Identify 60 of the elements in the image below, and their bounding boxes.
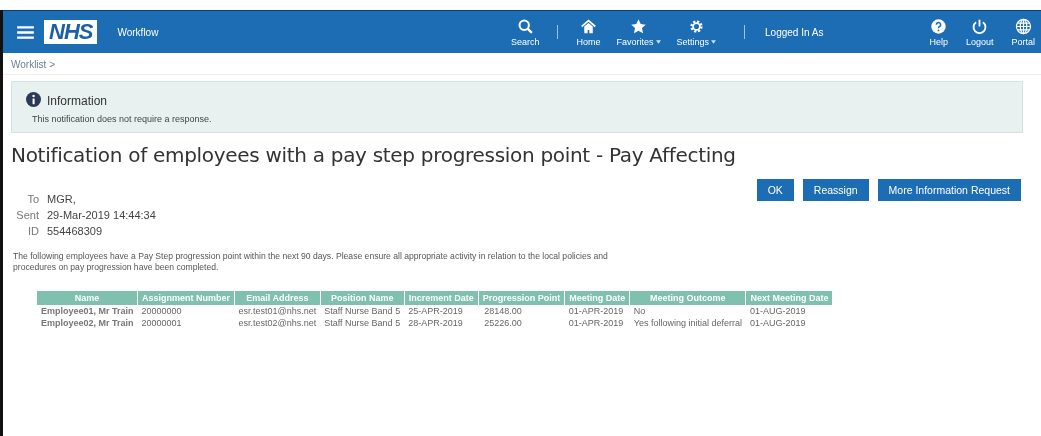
nav-button[interactable]: Search: [504, 17, 546, 47]
table-cell-text: 01-APR-2019: [567, 317, 625, 330]
table-cell-text: 25226.00: [483, 317, 523, 330]
table-cell: esr.test01@nhs.net: [234, 305, 321, 318]
info-message: This notification does not require a response.: [32, 114, 213, 124]
table-cell: Staff Nurse Band 5: [320, 305, 405, 318]
action-button[interactable]: OK: [756, 179, 794, 201]
table-cell-text: Staff Nurse Band 5: [323, 317, 402, 330]
user-label: Logged In As: [765, 26, 824, 38]
column-header: Meeting Date: [564, 291, 630, 306]
info-title: Information: [47, 94, 108, 108]
column-header: Name: [37, 291, 138, 306]
field-label: Sent: [15, 209, 39, 221]
field-label: To: [26, 193, 39, 205]
column-header: Position Name: [320, 291, 405, 306]
column-header: Assignment Number: [137, 291, 235, 306]
gear-icon: [687, 17, 705, 35]
column-header: Next Meeting Date: [745, 291, 833, 306]
nav-button[interactable]: Help: [923, 17, 954, 47]
field-value: 554468309: [47, 225, 104, 237]
home-icon: [580, 17, 597, 35]
nav-button[interactable]: Logout: [959, 17, 1000, 47]
column-header: Progression Point: [478, 291, 565, 306]
nav-button[interactable]: Home: [570, 17, 607, 47]
field-label: ID: [27, 225, 39, 237]
help-icon: [930, 17, 948, 35]
power-icon: [971, 17, 989, 35]
field-value: 29-Mar-2019 14:44:34: [47, 209, 156, 221]
table-cell: 25-APR-2019: [404, 305, 479, 318]
table-cell: Employee01, Mr Train: [37, 305, 138, 318]
table-cell: 01-APR-2019: [564, 305, 630, 318]
table-cell: 20000000: [137, 305, 235, 318]
table-cell-text: 28-APR-2019: [407, 317, 464, 330]
message-text: The following employees have a Pay Step progression point within the next 90 days. Please ensure all appropriate activity in relation to the local policies and procedures on pay progression have been completed.: [13, 251, 609, 274]
table-cell: 28148.00: [478, 305, 565, 318]
globe-icon: [1014, 17, 1032, 35]
table-cell: 01-AUG-2019: [745, 305, 833, 318]
field-value: MGR,: [47, 193, 77, 205]
breadcrumb-link[interactable]: Worklist >: [11, 59, 55, 70]
search-icon: [516, 17, 534, 35]
column-header: Meeting Outcome: [629, 291, 746, 306]
table-cell: No: [629, 305, 746, 318]
table-cell-text: Employee02, Mr Train: [40, 317, 135, 330]
column-header: Email Address: [234, 291, 321, 306]
app-name: Workflow: [117, 26, 159, 38]
table-cell-text: esr.test02@nhs.net: [237, 317, 318, 330]
table-cell-text: 20000001: [140, 317, 183, 330]
table-cell-text: Yes following initial deferral: [632, 317, 743, 330]
menu-icon[interactable]: [17, 25, 34, 39]
nav-button[interactable]: Favorites: [610, 17, 667, 47]
star-icon: [630, 17, 647, 35]
page-title: Notification of employees with a pay step progression point - Pay Affecting: [11, 143, 737, 167]
column-header: Increment Date: [404, 291, 479, 306]
nav-button[interactable]: Settings: [670, 17, 723, 47]
nav-button[interactable]: Portal: [1005, 17, 1041, 47]
table-cell-text: 01-AUG-2019: [748, 317, 807, 330]
info-icon: [26, 91, 41, 107]
action-button[interactable]: More Information Request: [877, 179, 1021, 201]
logo: NHS: [44, 20, 98, 44]
action-button[interactable]: Reassign: [802, 179, 869, 201]
